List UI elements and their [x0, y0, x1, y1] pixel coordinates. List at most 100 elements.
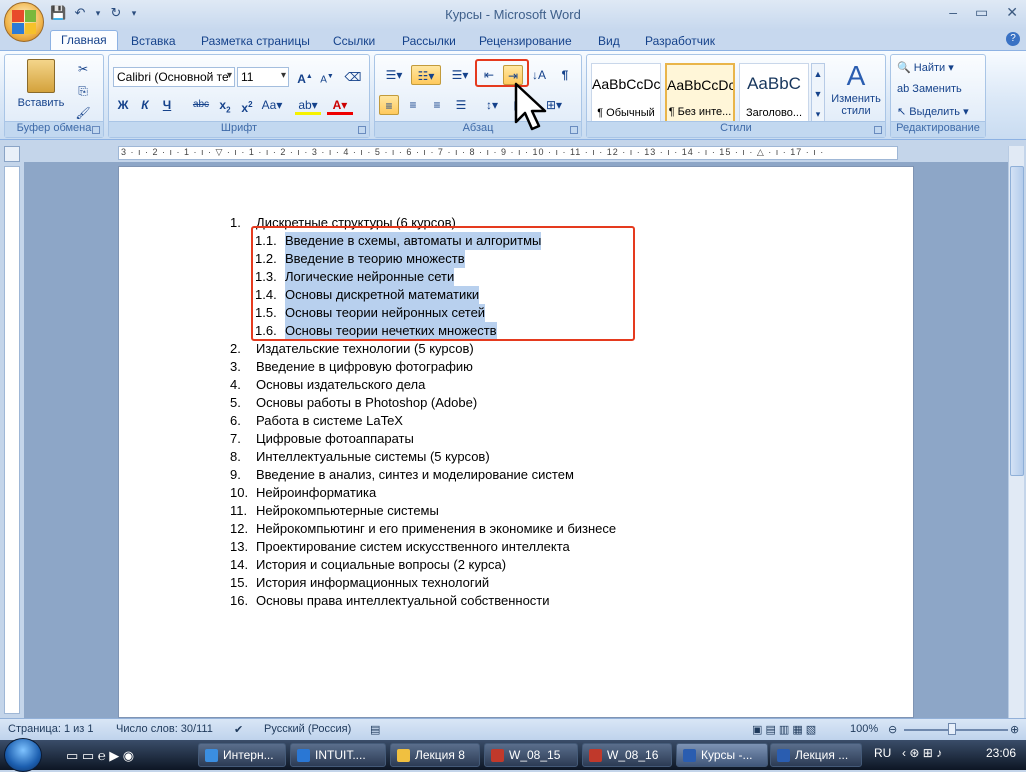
align-right-icon[interactable]: ≡ — [427, 95, 447, 115]
view-buttons[interactable]: ▣ ▤ ▥ ▦ ▧ — [752, 723, 816, 736]
style-heading[interactable]: AaBbC Заголово... — [739, 63, 809, 123]
zoom-out-icon[interactable]: ⊖ — [888, 723, 897, 736]
list-item-number: 6. — [230, 413, 241, 428]
strikethrough-icon[interactable]: abc — [189, 95, 213, 115]
list-item-text: Интеллектуальные системы (5 курсов) — [256, 449, 490, 464]
office-button[interactable] — [4, 2, 44, 42]
font-size-combo[interactable]: 11 — [237, 67, 289, 87]
minimize-button[interactable]: – — [949, 4, 957, 21]
list-item-number: 4. — [230, 377, 241, 392]
vertical-ruler[interactable] — [4, 166, 20, 714]
bold-icon[interactable]: Ж — [113, 95, 133, 115]
change-case-icon[interactable]: Aa▾ — [259, 95, 285, 115]
scrollbar-thumb[interactable] — [1010, 166, 1024, 476]
keyboard-language[interactable]: RU — [874, 746, 891, 760]
align-center-icon[interactable]: ≡ — [403, 95, 423, 115]
taskbar-item[interactable]: W_08_16 — [582, 743, 672, 767]
zoom-in-icon[interactable]: ⊕ — [1010, 723, 1019, 736]
font-launcher-icon[interactable] — [358, 126, 366, 134]
tray-icons[interactable]: ‹ ⊛ ⊞ ♪ — [902, 746, 942, 760]
change-styles-button[interactable]: A Изменить стили — [827, 59, 885, 117]
zoom-slider-thumb[interactable] — [948, 723, 956, 735]
maximize-button[interactable]: ▭ — [975, 4, 988, 21]
tab-review[interactable]: Рецензирование — [479, 34, 572, 48]
paste-button[interactable]: Вставить — [13, 59, 69, 109]
cut-icon[interactable]: ✂ — [73, 59, 93, 79]
taskbar-item[interactable]: W_08_15 — [484, 743, 578, 767]
taskbar-item[interactable]: Лекция 8 — [390, 743, 480, 767]
clear-format-icon[interactable]: ⌫ — [343, 67, 363, 87]
list-item-text: Работа в системе LaTeX — [256, 413, 403, 428]
paragraph-launcher-icon[interactable] — [570, 126, 578, 134]
line-spacing-icon[interactable]: ↕▾ — [479, 95, 505, 115]
taskbar-item[interactable]: Курсы -... — [676, 743, 768, 767]
close-button[interactable]: ✕ — [1006, 4, 1018, 21]
styles-launcher-icon[interactable] — [874, 126, 882, 134]
zoom-slider[interactable] — [904, 729, 1008, 731]
font-name-combo[interactable]: Calibri (Основной те — [113, 67, 235, 87]
tab-mailings[interactable]: Рассылки — [402, 34, 456, 48]
tab-insert[interactable]: Вставка — [131, 34, 176, 48]
font-color-icon[interactable]: A▾ — [327, 95, 353, 115]
help-icon[interactable]: ? — [1006, 32, 1020, 46]
bullets-icon[interactable]: ☰▾ — [379, 65, 409, 85]
window-title: Курсы - Microsoft Word — [445, 7, 581, 22]
system-tray: RU ‹ ⊛ ⊞ ♪ 23:06 — [866, 740, 1026, 770]
language-status[interactable]: Русский (Россия) — [264, 723, 351, 735]
tab-developer[interactable]: Разработчик — [645, 34, 715, 48]
list-item-number: 1. — [230, 215, 241, 230]
select-button[interactable]: ↖ Выделить ▾ — [897, 105, 969, 118]
clock[interactable]: 23:06 — [986, 746, 1016, 760]
copy-icon[interactable]: ⎘ — [73, 81, 93, 101]
multilevel-list-icon[interactable]: ☰▾ — [445, 65, 475, 85]
tab-home[interactable]: Главная — [50, 30, 118, 52]
justify-icon[interactable]: ☰ — [451, 95, 471, 115]
tab-page-layout[interactable]: Разметка страницы — [201, 34, 310, 48]
status-bar: Страница: 1 из 1 Число слов: 30/111 ✔ Ру… — [0, 718, 1026, 740]
style-normal[interactable]: AaBbCcDc ¶ Обычный — [591, 63, 661, 123]
taskbar-item[interactable]: Интерн... — [198, 743, 286, 767]
horizontal-ruler[interactable]: 3 · ı · 2 · ı · 1 · ı · ▽ · ı · 1 · ı · … — [118, 146, 898, 160]
tab-selector-icon[interactable] — [4, 146, 20, 162]
list-item-number: 10. — [230, 485, 249, 500]
sublist-highlight-box — [251, 226, 635, 341]
show-formatting-icon[interactable]: ¶ — [555, 65, 575, 85]
quicklaunch-icons[interactable]: ▭ ▭ ℮ ▶ ◉ — [66, 748, 134, 764]
list-item-number: 15. — [230, 575, 249, 590]
tab-view[interactable]: Вид — [598, 34, 620, 48]
mouse-cursor-icon — [514, 82, 547, 131]
list-item-number: 14. — [230, 557, 249, 572]
list-item-number: 11. — [230, 503, 248, 518]
styles-scroll-icon[interactable]: ▲ ▼ ▾ — [811, 63, 825, 123]
start-button[interactable] — [4, 738, 42, 772]
macro-icon[interactable]: ▤ — [370, 723, 380, 736]
taskbar-item[interactable]: Лекция ... — [770, 743, 862, 767]
shrink-font-icon[interactable]: A▼ — [317, 67, 337, 87]
format-painter-icon[interactable]: 🖌 — [73, 103, 93, 123]
replace-button[interactable]: ab Заменить — [897, 83, 962, 95]
superscript-icon[interactable]: x2 — [237, 95, 257, 115]
list-item-number: 9. — [230, 467, 241, 482]
style-no-spacing[interactable]: AaBbCcDc ¶ Без инте... — [665, 63, 735, 123]
subscript-icon[interactable]: x2 — [215, 95, 235, 115]
spelling-icon[interactable]: ✔ — [234, 723, 243, 736]
grow-font-icon[interactable]: A▲ — [295, 67, 315, 87]
list-item-number: 8. — [230, 449, 241, 464]
italic-icon[interactable]: К — [135, 95, 155, 115]
underline-icon[interactable]: Ч — [157, 95, 177, 115]
align-left-icon[interactable]: ≡ — [379, 95, 399, 115]
page-count[interactable]: Страница: 1 из 1 — [8, 723, 94, 735]
editing-group: 🔍 Найти ▾ ab Заменить ↖ Выделить ▾ Редак… — [890, 54, 986, 138]
find-button[interactable]: 🔍 Найти ▾ — [897, 61, 954, 74]
numbering-icon[interactable]: ☷▾ — [411, 65, 441, 85]
taskbar-item[interactable]: INTUIT.... — [290, 743, 386, 767]
vertical-scrollbar[interactable] — [1008, 146, 1024, 718]
list-item-number: 2. — [230, 341, 241, 356]
word-count[interactable]: Число слов: 30/111 — [116, 723, 213, 735]
zoom-level[interactable]: 100% — [850, 723, 878, 735]
highlight-icon[interactable]: ab▾ — [295, 95, 321, 115]
clipboard-group: Вставить ✂ ⎘ 🖌 Буфер обмена — [4, 54, 104, 138]
clipboard-launcher-icon[interactable] — [92, 126, 100, 134]
tab-references[interactable]: Ссылки — [333, 34, 375, 48]
list-item-number: 7. — [230, 431, 241, 446]
